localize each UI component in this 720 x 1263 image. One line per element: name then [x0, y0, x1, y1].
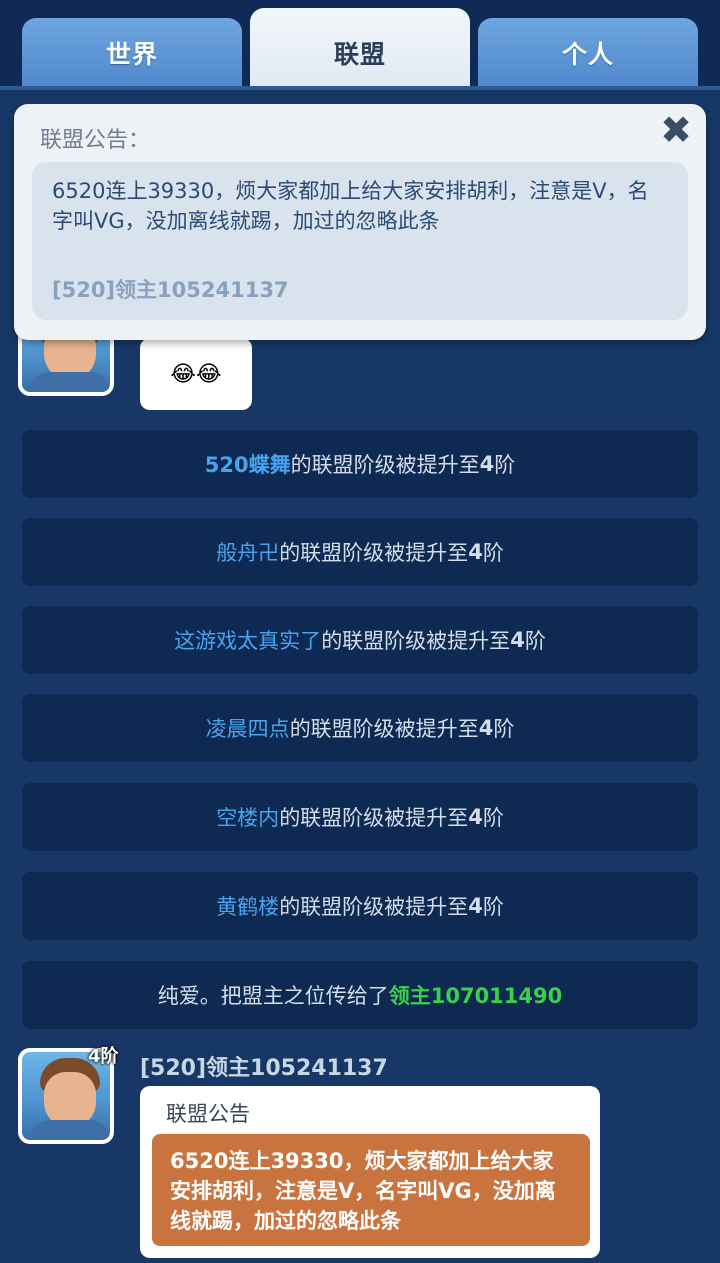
player-name[interactable]: 黄鹤楼: [216, 891, 279, 921]
alliance-notice-popup: 联盟公告： ✖ 6520连上39330，烦大家都加上给大家安排胡利，注意是V，名…: [14, 104, 706, 340]
emoji-message-bubble[interactable]: 😂😂: [140, 338, 252, 410]
message-content: 6520连上39330，烦大家都加上给大家安排胡利，注意是V，名字叫VG，没加离…: [152, 1134, 590, 1246]
player-name[interactable]: 这游戏太真实了: [174, 625, 321, 655]
notice-body: 6520连上39330，烦大家都加上给大家安排胡利，注意是V，名字叫VG，没加离…: [32, 162, 688, 320]
tab-world[interactable]: 世界: [22, 18, 242, 88]
system-message-row-transfer: 纯爱。把盟主之位传给了 领主107011490: [22, 961, 698, 1029]
level-badge: 4阶: [88, 1046, 119, 1067]
message-sender[interactable]: [520]领主105241137: [140, 1050, 388, 1082]
notice-sender: [520]领主105241137: [52, 278, 289, 302]
player-name[interactable]: 般舟卍: [216, 537, 279, 567]
tab-personal[interactable]: 个人: [478, 18, 698, 88]
system-message-row: 520蝶舞 的联盟阶级被提升至 4 阶: [22, 430, 698, 498]
notice-text: 6520连上39330，烦大家都加上给大家安排胡利，注意是V，名字叫VG，没加离…: [52, 179, 649, 233]
player-name[interactable]: 凌晨四点: [206, 713, 290, 743]
notice-title: 联盟公告：: [40, 128, 151, 153]
system-message-row: 凌晨四点 的联盟阶级被提升至 4 阶: [22, 694, 698, 762]
system-message-row: 空楼内 的联盟阶级被提升至 4 阶: [22, 783, 698, 851]
player-name[interactable]: 领主107011490: [389, 980, 563, 1010]
close-icon[interactable]: ✖: [656, 110, 696, 150]
system-message-row: 这游戏太真实了 的联盟阶级被提升至 4 阶: [22, 606, 698, 674]
tab-alliance[interactable]: 联盟: [250, 8, 470, 88]
system-message-row: 般舟卍 的联盟阶级被提升至 4 阶: [22, 518, 698, 586]
system-message-row: 黄鹤楼 的联盟阶级被提升至 4 阶: [22, 872, 698, 940]
player-name[interactable]: 空楼内: [216, 802, 279, 832]
tab-divider: [0, 86, 720, 90]
message-title: 联盟公告: [166, 1102, 250, 1126]
announcement-message-bubble[interactable]: 联盟公告 6520连上39330，烦大家都加上给大家安排胡利，注意是V，名字叫V…: [140, 1086, 600, 1258]
player-name[interactable]: 520蝶舞: [205, 449, 291, 479]
